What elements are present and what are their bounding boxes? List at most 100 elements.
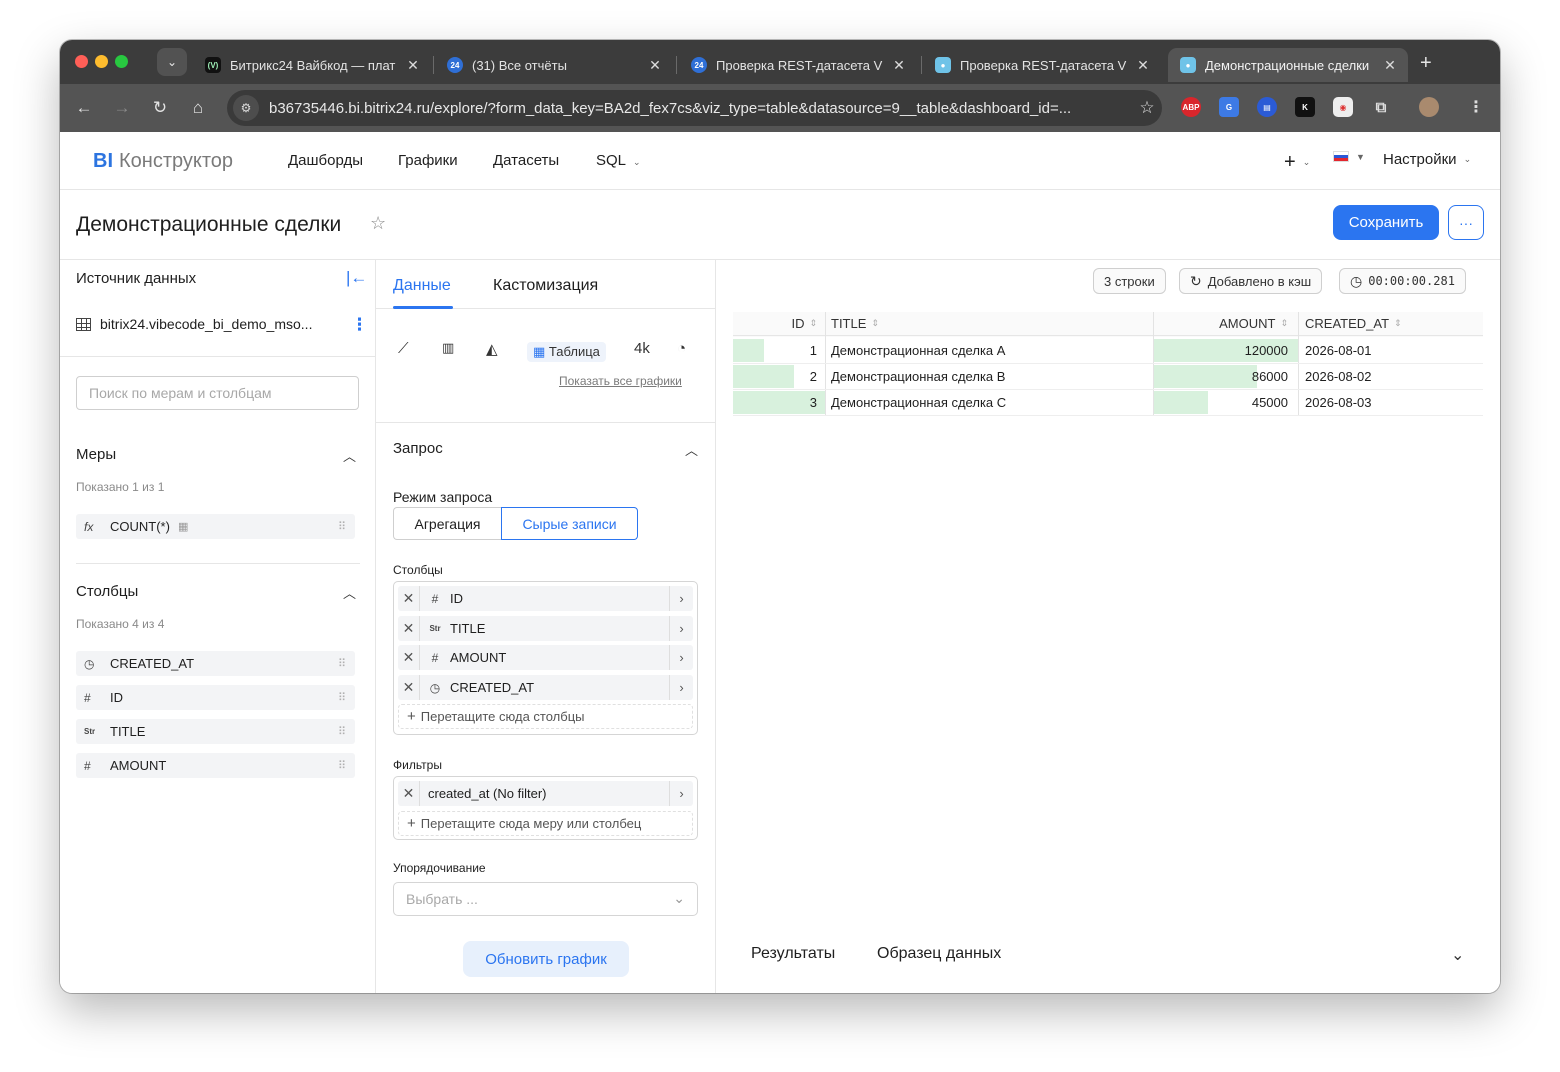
selected-column-amount[interactable]: ✕ # AMOUNT › xyxy=(398,645,693,670)
chevron-right-icon[interactable]: › xyxy=(669,781,693,806)
remove-icon[interactable]: ✕ xyxy=(398,781,420,806)
pie-chart-icon[interactable]: ◔ xyxy=(677,340,686,357)
brand-logo[interactable]: BI Конструктор xyxy=(93,150,233,173)
filters-label: Фильтры xyxy=(393,758,442,772)
search-input[interactable]: Поиск по мерам и столбцам xyxy=(76,376,359,410)
table-viz-button[interactable]: ▦ Таблица xyxy=(527,342,606,362)
site-settings-icon[interactable]: ⚙ xyxy=(233,95,259,121)
minimize-window-button[interactable] xyxy=(95,55,108,68)
dataset-menu-icon[interactable]: ⋮ xyxy=(351,316,368,333)
save-button[interactable]: Сохранить xyxy=(1333,205,1439,240)
dataset-name[interactable]: bitrix24.vibecode_bi_demo_mso... xyxy=(76,316,312,332)
drag-handle-icon[interactable]: ⠿ xyxy=(338,520,346,533)
page-title[interactable]: Демонстрационные сделки xyxy=(76,213,341,237)
tab-results[interactable]: Результаты xyxy=(751,945,835,963)
drag-handle-icon[interactable]: ⠿ xyxy=(338,691,346,704)
chevron-right-icon[interactable]: › xyxy=(669,675,693,700)
drop-columns-target[interactable]: + Перетащите сюда столбцы xyxy=(398,704,693,729)
back-icon[interactable]: ← xyxy=(72,96,96,120)
selected-column-id[interactable]: ✕ # ID › xyxy=(398,586,693,611)
line-chart-icon[interactable]: ⟋ xyxy=(398,340,409,357)
tab-sample-data[interactable]: Образец данных xyxy=(877,945,1001,963)
selected-column-title[interactable]: ✕ Str TITLE › xyxy=(398,616,693,641)
menu-sql[interactable]: SQL ⌄ xyxy=(596,152,641,169)
header-created-at[interactable]: CREATED_AT ⇕ xyxy=(1298,312,1483,336)
drag-handle-icon[interactable]: ⠿ xyxy=(338,759,346,772)
chevron-up-icon[interactable]: ︿ xyxy=(343,446,356,465)
column-item-amount[interactable]: # AMOUNT ⠿ xyxy=(76,753,355,778)
close-icon[interactable]: ✕ xyxy=(1382,57,1398,74)
chevron-right-icon[interactable]: › xyxy=(669,586,693,611)
home-icon[interactable]: ⌂ xyxy=(186,96,210,120)
add-menu[interactable]: + ⌄ xyxy=(1284,151,1310,174)
settings-menu[interactable]: Настройки ⌄ xyxy=(1383,151,1471,168)
menu-datasets[interactable]: Датасеты xyxy=(493,152,559,169)
remove-icon[interactable]: ✕ xyxy=(398,616,420,641)
extensions-puzzle-icon[interactable]: ⧉ xyxy=(1371,97,1391,117)
remove-icon[interactable]: ✕ xyxy=(398,675,420,700)
filter-label: created_at (No filter) xyxy=(428,786,547,801)
menu-dashboards[interactable]: Дашборды xyxy=(288,152,363,169)
drag-handle-icon[interactable]: ⠿ xyxy=(338,657,346,670)
remove-icon[interactable]: ✕ xyxy=(398,645,420,670)
chevron-up-icon[interactable]: ︿ xyxy=(343,583,356,602)
close-window-button[interactable] xyxy=(75,55,88,68)
more-actions-button[interactable]: ··· xyxy=(1448,205,1484,240)
chevron-right-icon[interactable]: › xyxy=(669,645,693,670)
mode-raw-records-button[interactable]: Сырые записи xyxy=(501,507,638,540)
close-icon[interactable]: ✕ xyxy=(1135,57,1151,74)
chevron-up-icon[interactable]: ︿ xyxy=(685,440,698,459)
collapse-panel-icon[interactable]: |← xyxy=(346,268,367,288)
adblock-icon[interactable]: ABP xyxy=(1181,97,1201,117)
measure-item[interactable]: fx COUNT(*) ▦ ⠿ xyxy=(76,514,355,539)
tab-customization[interactable]: Кастомизация xyxy=(493,277,598,295)
tab-search-button[interactable]: ⌄ xyxy=(157,48,187,76)
browser-menu-icon[interactable]: ⋮ xyxy=(1466,97,1486,117)
extension-k-icon[interactable]: K xyxy=(1295,97,1315,117)
drag-handle-icon[interactable]: ⠿ xyxy=(338,725,346,738)
browser-tab-3[interactable]: 24 Проверка REST-датасета V ✕ xyxy=(679,48,917,82)
ordering-select[interactable]: Выбрать ... ⌄ xyxy=(393,882,698,916)
url-text[interactable]: b36735446.bi.bitrix24.ru/explore/?form_d… xyxy=(269,100,1132,117)
reload-icon[interactable]: ↻ xyxy=(148,96,172,120)
browser-tab-4[interactable]: ● Проверка REST-датасета V ✕ xyxy=(923,48,1161,82)
language-select[interactable]: ▼ xyxy=(1333,151,1365,162)
update-chart-button[interactable]: Обновить график xyxy=(463,941,629,977)
mode-aggregate-button[interactable]: Агрегация xyxy=(393,507,501,540)
big-number-viz-button[interactable]: 4k xyxy=(634,340,650,357)
column-item-id[interactable]: # ID ⠿ xyxy=(76,685,355,710)
browser-tab-1[interactable]: (V) Битрикс24 Вайбкод — плат ✕ xyxy=(193,48,431,82)
profile-avatar[interactable] xyxy=(1419,97,1439,117)
tab-data[interactable]: Данные xyxy=(393,277,451,295)
browser-tab-active[interactable]: ● Демонстрационные сделки ✕ xyxy=(1168,48,1408,82)
address-bar[interactable]: ⚙ b36735446.bi.bitrix24.ru/explore/?form… xyxy=(227,90,1162,126)
drop-filter-target[interactable]: + Перетащите сюда меру или столбец xyxy=(398,811,693,836)
forward-icon[interactable]: → xyxy=(110,96,134,120)
remove-icon[interactable]: ✕ xyxy=(398,586,420,611)
show-all-charts-link[interactable]: Показать все графики xyxy=(559,374,682,388)
cache-status-badge[interactable]: ↻ Добавлено в кэш xyxy=(1179,268,1323,294)
chevron-right-icon[interactable]: › xyxy=(669,616,693,641)
maximize-window-button[interactable] xyxy=(115,55,128,68)
new-tab-icon[interactable]: + xyxy=(1420,52,1432,75)
filter-created-at[interactable]: ✕ created_at (No filter) › xyxy=(398,781,693,806)
translate-icon[interactable]: G xyxy=(1219,97,1239,117)
favorite-star-icon[interactable]: ☆ xyxy=(370,213,386,234)
column-item-created-at[interactable]: ◷ CREATED_AT ⠿ xyxy=(76,651,355,676)
close-icon[interactable]: ✕ xyxy=(647,57,663,74)
header-amount[interactable]: AMOUNT ⇕ xyxy=(1153,312,1298,336)
selected-column-created-at[interactable]: ✕ ◷ CREATED_AT › xyxy=(398,675,693,700)
chevron-down-icon[interactable]: ⌄ xyxy=(1451,945,1464,965)
bar-chart-icon[interactable]: ▥ xyxy=(442,340,454,356)
extension-camera-icon[interactable]: ◉ xyxy=(1333,97,1353,117)
area-chart-icon[interactable]: ◭ xyxy=(486,340,498,358)
column-item-title[interactable]: Str TITLE ⠿ xyxy=(76,719,355,744)
close-icon[interactable]: ✕ xyxy=(891,57,907,74)
extension-doc-icon[interactable]: ▤ xyxy=(1257,97,1277,117)
close-icon[interactable]: ✕ xyxy=(405,57,421,74)
header-id[interactable]: ID ⇕ xyxy=(733,312,825,336)
bookmark-star-icon[interactable]: ☆ xyxy=(1132,98,1162,118)
header-title[interactable]: TITLE ⇕ xyxy=(825,312,1153,336)
browser-tab-2[interactable]: 24 (31) Все отчёты ✕ xyxy=(435,48,673,82)
menu-charts[interactable]: Графики xyxy=(398,152,458,169)
